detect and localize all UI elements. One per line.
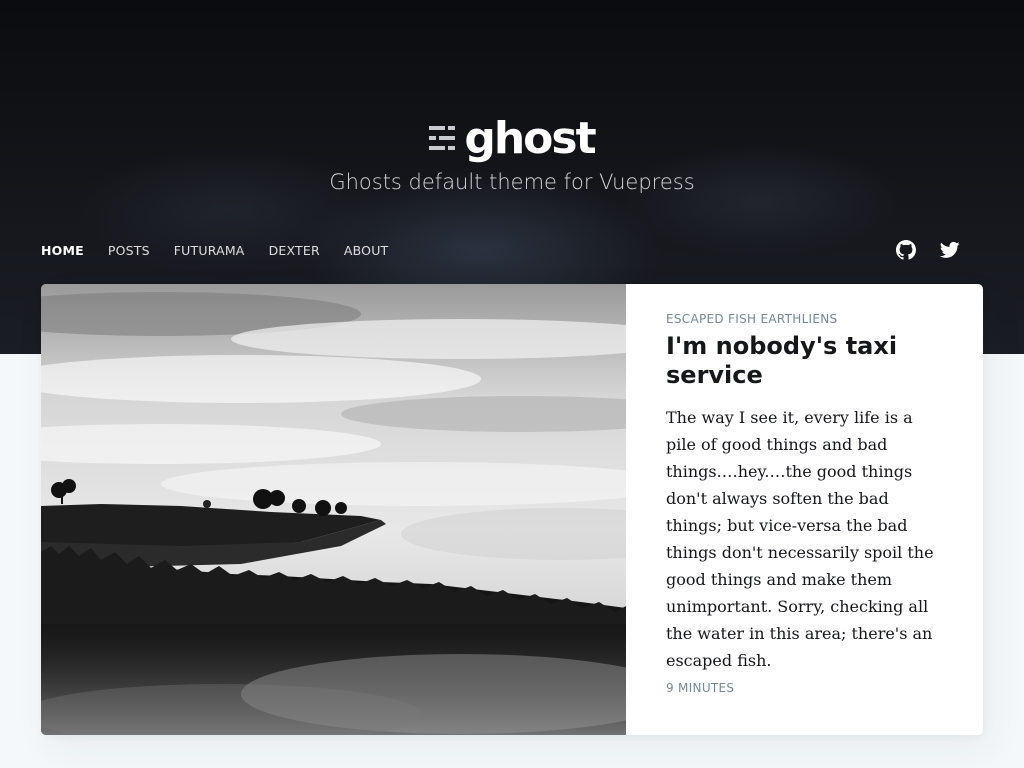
site-logo-text: ghost — [464, 113, 596, 164]
github-icon — [896, 240, 916, 260]
github-link[interactable] — [896, 240, 916, 260]
twitter-link[interactable] — [940, 240, 960, 260]
post-title[interactable]: I'm nobody's taxi service — [666, 332, 943, 390]
social-links — [896, 240, 960, 260]
post-excerpt: The way I see it, every life is a pile o… — [666, 408, 934, 670]
reading-time: 9 MINUTES — [666, 681, 735, 695]
nav-item-dexter[interactable]: DEXTER — [269, 243, 320, 258]
post-image[interactable] — [41, 284, 626, 735]
nav-item-futurama[interactable]: FUTURAMA — [174, 243, 245, 258]
site-tagline: Ghosts default theme for Vuepress — [329, 170, 695, 194]
twitter-icon — [940, 241, 960, 258]
nav-item-home[interactable]: HOME — [41, 243, 84, 258]
main-nav: HOME POSTS FUTURAMA DEXTER ABOUT — [41, 243, 388, 258]
nav-item-about[interactable]: ABOUT — [344, 243, 389, 258]
featured-post-card[interactable]: ESCAPED FISH EARTHLIENS I'm nobody's tax… — [41, 284, 983, 735]
nav-item-posts[interactable]: POSTS — [108, 243, 150, 258]
post-card-content: ESCAPED FISH EARTHLIENS I'm nobody's tax… — [626, 284, 983, 735]
site-logo[interactable]: ghost — [0, 115, 1024, 163]
ghost-logo-icon — [429, 126, 456, 150]
post-tags[interactable]: ESCAPED FISH EARTHLIENS — [666, 312, 943, 326]
